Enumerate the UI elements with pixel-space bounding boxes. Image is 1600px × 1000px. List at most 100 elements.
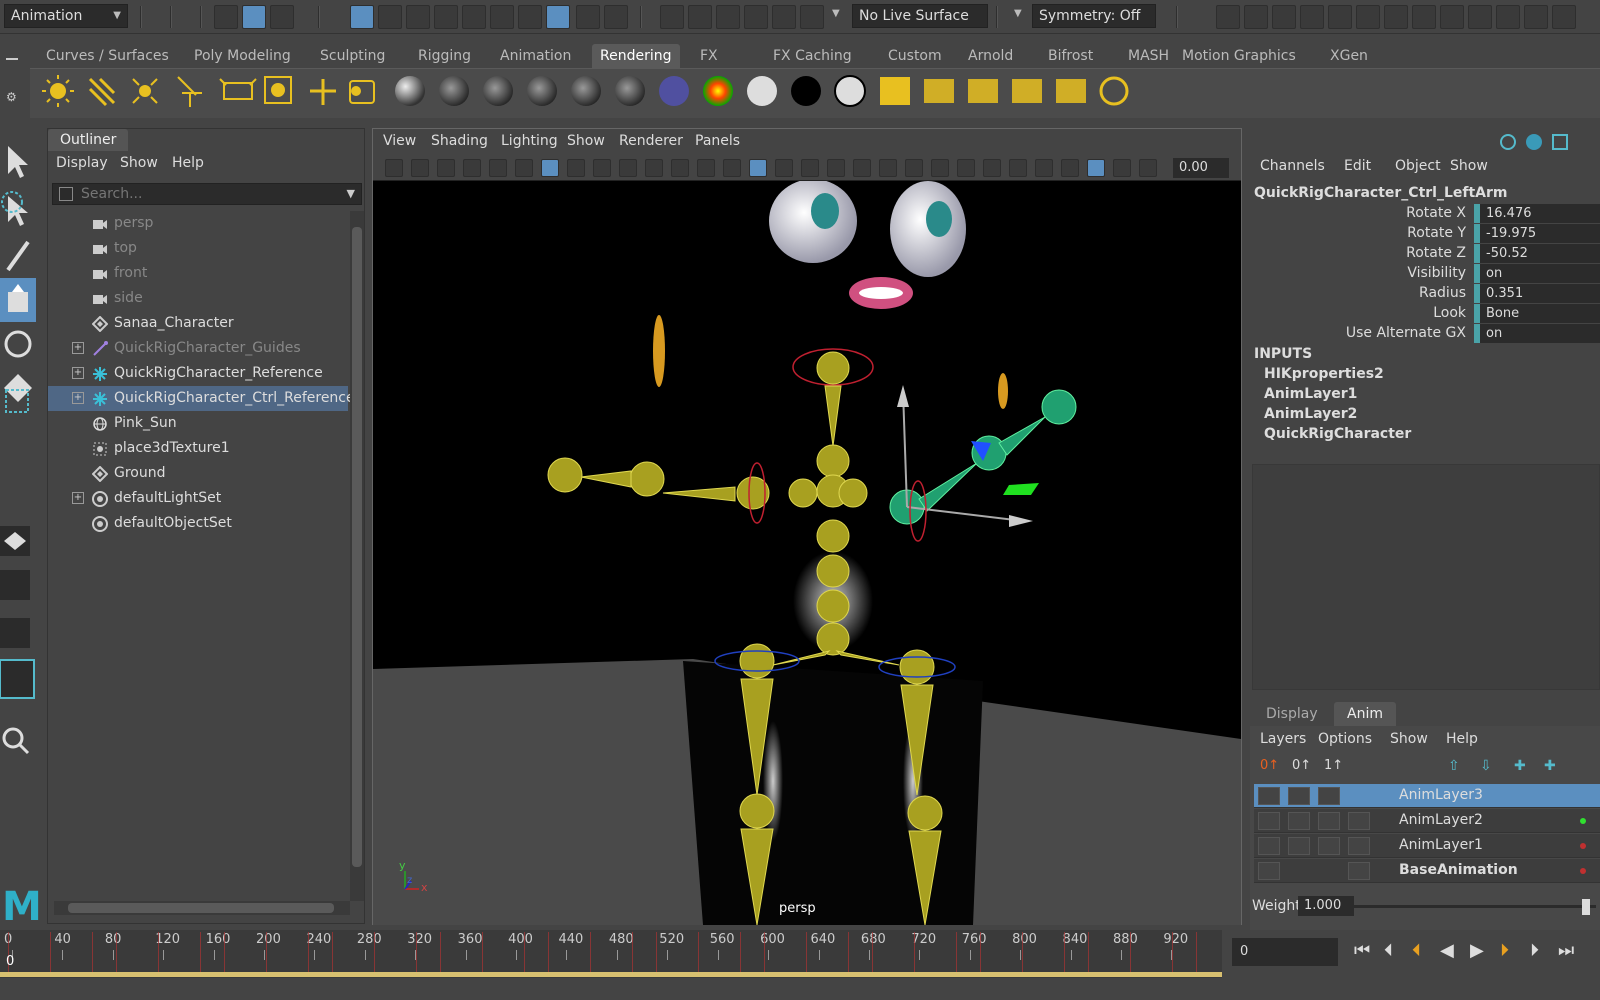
render-view-icon[interactable] [518,5,542,29]
select-tool-icon[interactable] [8,146,28,178]
snap-grid-icon[interactable] [350,5,374,29]
resolution-gate-icon[interactable] [593,159,611,177]
shelf-tab[interactable]: MASH [1120,44,1177,68]
chevron-down-icon[interactable]: ▼ [1014,8,1022,19]
shelf-tab[interactable]: Bifrost [1040,44,1101,68]
shelf-tab[interactable]: FX [692,44,726,68]
attr-value[interactable]: -50.52 [1474,244,1600,263]
go-to-start-icon[interactable]: ⏮ [1354,940,1370,961]
light-editor-icon[interactable] [1384,5,1408,29]
weight-slider-handle[interactable] [1582,899,1590,915]
shelf-menu-icon[interactable] [6,58,18,60]
lock-icon[interactable] [1258,787,1280,805]
ghost-icon[interactable] [1348,837,1370,855]
viewport-menu-item[interactable]: Renderer [619,133,683,149]
construction-icon[interactable] [744,5,768,29]
expand-icon[interactable]: + [72,492,84,504]
left-wrist-joint[interactable] [547,457,583,493]
expand-icon[interactable]: + [72,392,84,404]
snap-vertex-icon[interactable] [490,5,514,29]
attribute-editor-icon[interactable] [1496,5,1520,29]
motion-blur-icon[interactable] [931,159,949,177]
layer-menu-layers[interactable]: Layers [1260,731,1306,747]
input-node[interactable]: QuickRigCharacter [1264,426,1411,442]
gate-mask-icon[interactable] [619,159,637,177]
channel-menu-show[interactable]: Show [1450,158,1488,174]
left-clavicle-joint[interactable] [788,478,818,508]
lock-icon[interactable] [576,5,600,29]
viewport-menu-item[interactable]: Panels [695,133,740,149]
weight-field[interactable]: 1.000 [1298,896,1354,916]
spine-joint[interactable] [816,554,850,588]
shelf-tab[interactable]: Custom [880,44,950,68]
phong-material-icon[interactable] [483,76,513,106]
add-layer-empty-icon[interactable]: 0↑ [1260,758,1280,778]
shelf-tab[interactable]: Arnold [960,44,1021,68]
character-icon[interactable] [1468,5,1492,29]
shelf-tab[interactable]: Motion Graphics [1174,44,1304,68]
step-forward-icon[interactable]: ⏵ [1530,940,1539,961]
outliner-menu-show[interactable]: Show [120,155,158,171]
input-node[interactable]: AnimLayer1 [1264,386,1357,402]
spine-joint[interactable] [816,519,850,553]
ipr-render-icon[interactable] [1272,5,1296,29]
film-gate-icon[interactable] [567,159,585,177]
outliner-item[interactable]: Ground [48,461,348,486]
history-icon[interactable] [660,5,684,29]
add-layer-override-icon[interactable]: 1↑ [1324,758,1344,778]
live-surface-field[interactable]: No Live Surface [852,4,988,28]
render-layer-icon[interactable] [349,80,375,104]
default-material-icon[interactable] [775,159,793,177]
bookmark-icon[interactable] [437,159,455,177]
tool-settings-icon[interactable] [1524,5,1548,29]
neck-joint[interactable] [816,444,850,478]
shelf-tab[interactable]: Rigging [410,44,479,68]
layer-row[interactable]: BaseAnimation [1254,859,1600,883]
rotate-tool-icon[interactable] [4,330,32,358]
shelf-tab[interactable]: Rendering [592,44,680,68]
right-clavicle-joint[interactable] [838,478,868,508]
scrollbar-thumb[interactable] [352,227,362,867]
play-forwards-icon[interactable]: ▶ [1470,940,1484,961]
layout-two-icon[interactable] [0,618,30,648]
right-elbow-joint[interactable] [971,435,1007,471]
outliner-scrollbar[interactable] [350,211,364,901]
layer-row[interactable]: AnimLayer1 [1254,834,1600,858]
add-layer-selected-icon[interactable]: 0↑ [1292,758,1312,778]
chevron-down-icon[interactable]: ▼ [832,8,840,19]
help-icon[interactable] [546,5,570,29]
shelf-tab[interactable]: Poly Modeling [186,44,299,68]
xray-icon[interactable] [1035,159,1053,177]
render-frame-icon[interactable] [1216,5,1240,29]
paint-select-tool-icon[interactable] [6,240,30,272]
cancel-batch-icon[interactable] [968,79,998,103]
attr-value[interactable]: 16.476 [1474,204,1600,223]
layer-menu-show[interactable]: Show [1390,731,1428,747]
outliner-item[interactable]: defaultObjectSet [48,511,348,536]
layer-options-icon[interactable]: ✚ [1544,758,1556,774]
layer-row[interactable]: AnimLayer3 [1254,784,1600,808]
input-node[interactable]: AnimLayer2 [1264,406,1357,422]
outliner-tab[interactable]: Outliner [48,129,128,151]
camera-select-icon[interactable] [385,159,403,177]
surface-shader-icon[interactable] [527,76,557,106]
outliner-item[interactable]: front [48,261,348,286]
layer-row[interactable]: AnimLayer2 [1254,809,1600,833]
grease-pencil-icon[interactable] [515,159,533,177]
spot-light-icon[interactable] [132,78,158,104]
magnet-icon[interactable] [772,5,796,29]
mute-icon[interactable] [1288,812,1310,830]
move-layer-down-icon[interactable]: ⇩ [1480,758,1492,774]
wireframe-on-shaded-icon[interactable] [801,159,819,177]
right-knee-joint[interactable] [907,795,943,831]
input-node[interactable]: HIKproperties2 [1264,366,1384,382]
snap-view-icon[interactable] [434,5,458,29]
mute-icon[interactable] [1288,787,1310,805]
select-component-icon[interactable] [270,5,294,29]
current-frame-field[interactable]: 0 [1232,938,1338,966]
volume-light-icon[interactable] [219,78,257,100]
render-sequence-icon[interactable] [1244,5,1268,29]
standard-surface-icon[interactable] [615,76,645,106]
directional-light-icon[interactable] [42,75,74,107]
outliner-layout-icon[interactable] [0,659,35,699]
